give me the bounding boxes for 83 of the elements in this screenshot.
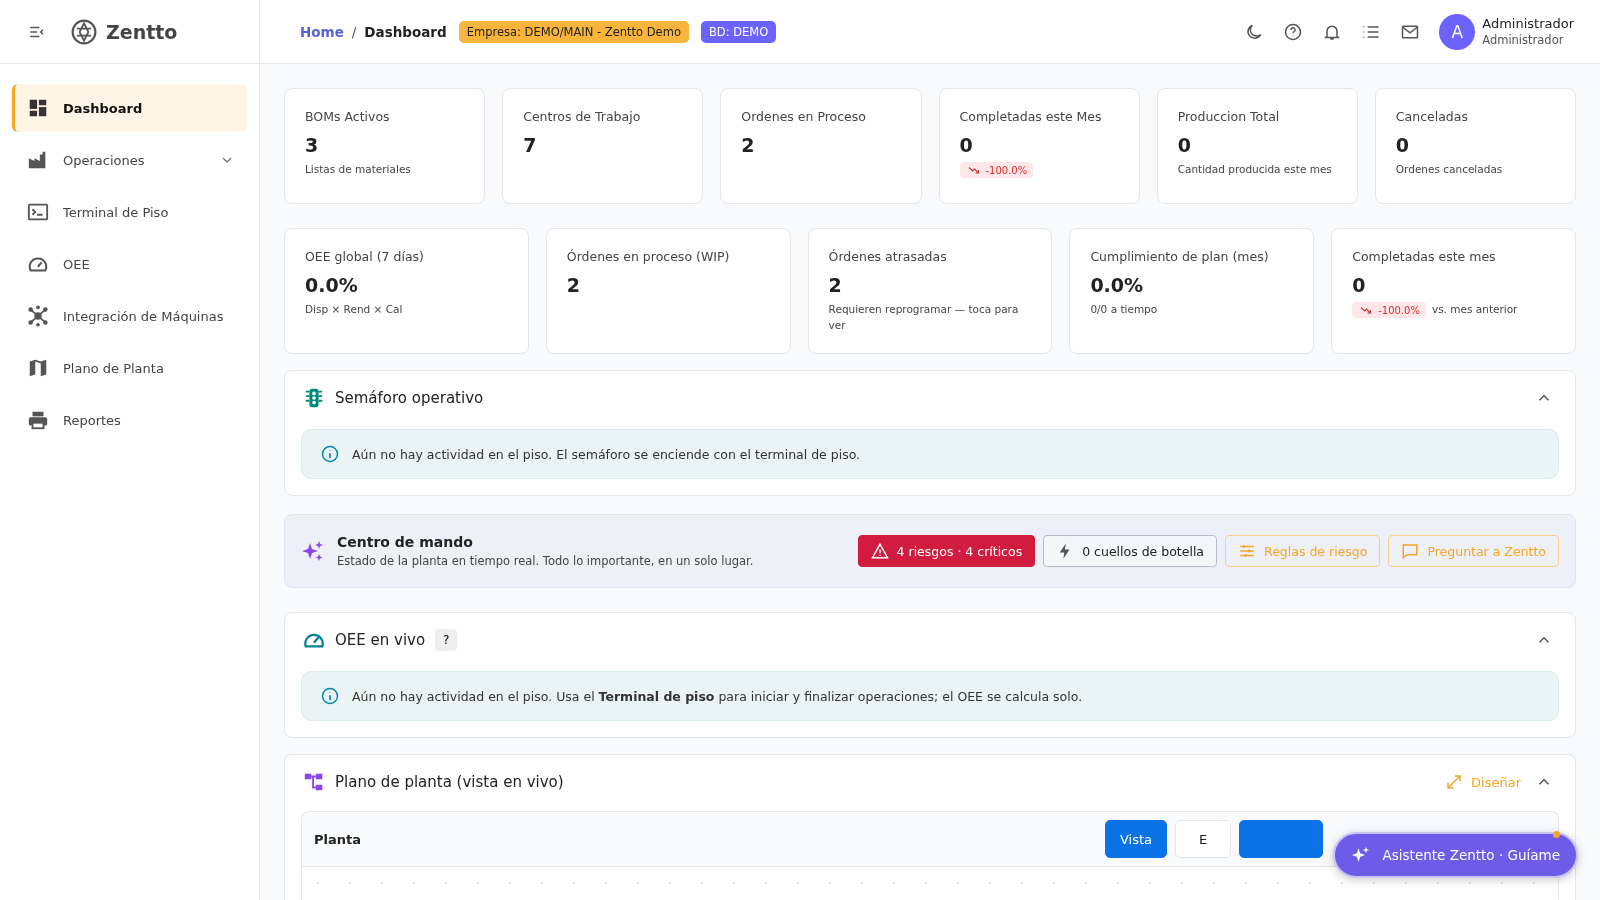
command-title: Centro de mando <box>337 534 474 550</box>
stat-caption: Ordenes canceladas <box>1395 162 1503 177</box>
sidebar-item[interactable]: OEE <box>12 240 247 288</box>
stat-label: Canceladas <box>1395 109 1468 124</box>
stat-label: Completadas este Mes <box>959 109 1102 124</box>
printer-icon <box>27 409 49 431</box>
kpi-card[interactable]: Completadas este mes 0 -100.0% vs. mes anterior <box>1331 228 1576 354</box>
chat-icon <box>1401 542 1420 560</box>
dashboard-icon <box>27 97 49 119</box>
info-text: Aún no hay actividad en el piso. El semáforo se enciende con el terminal de piso. <box>352 446 861 462</box>
map-icon <box>27 357 49 379</box>
mode-button[interactable]: E <box>1175 820 1231 858</box>
section-title: OEE en vivo <box>335 631 426 649</box>
sparkle-icon <box>1350 845 1371 865</box>
sidebar-item[interactable]: Reportes <box>12 396 247 444</box>
stat-caption: Listas de materiales <box>305 162 411 177</box>
mode-button[interactable]: Vista <box>1104 820 1167 858</box>
stat-value: 7 <box>523 134 537 156</box>
stat-caption: Cantidad producida este mes <box>1177 162 1332 177</box>
database-badge: BD: DEMO <box>700 20 777 43</box>
stat-value: 0 <box>1177 134 1191 156</box>
stat-value: 2 <box>741 134 755 156</box>
info-text: Aún no hay actividad en el piso. Usa el Terminal de piso para iniciar y finalizar operaciones; el OEE se calcula solo. <box>352 688 1083 704</box>
kpi-card[interactable]: Órdenes atrasadas 2 Requieren reprogramar — toca para ver <box>807 228 1053 354</box>
assistant-button[interactable]: Asistente Zentto · Guíame <box>1332 832 1578 878</box>
kpi-card[interactable]: Cumplimiento de plan (mes) 0.0% 0/0 a tiempo <box>1069 228 1315 354</box>
user-avatar[interactable]: A <box>1439 13 1476 50</box>
help-button[interactable]: ? <box>435 629 458 651</box>
risks-button[interactable]: 4 riesgos · 4 críticos <box>857 535 1036 567</box>
stat-value: 3 <box>305 134 319 156</box>
kpi-caption: Requieren reprogramar — toca para ver <box>828 302 1020 333</box>
breadcrumb-separator: / <box>351 23 357 40</box>
hub-icon <box>27 305 49 327</box>
breadcrumb-current: Dashboard <box>364 23 447 40</box>
kpi-caption: 0/0 a tiempo <box>1090 302 1158 317</box>
company-badge: Empresa: DEMO/MAIN - Zentto Demo <box>458 20 689 43</box>
user-name: Administrador <box>1482 16 1574 31</box>
traffic-light-icon <box>303 387 325 409</box>
panel-title: Planta <box>314 831 361 847</box>
stat-value: 0 <box>959 134 973 156</box>
expand-icon <box>1445 773 1464 791</box>
trend-badge: -100.0% <box>959 162 1034 178</box>
kpi-label: Órdenes atrasadas <box>828 249 947 264</box>
kpi-value: 2 <box>566 274 581 296</box>
kpi-label: Completadas este mes <box>1352 249 1496 264</box>
sidebar-item[interactable]: Operaciones <box>12 136 247 184</box>
kpi-label: OEE global (7 días) <box>305 249 424 264</box>
command-subtitle: Estado de la planta en tiempo real. Todo lo importante, en un solo lugar. <box>337 554 754 568</box>
stat-label: BOMs Activos <box>305 109 390 124</box>
section-title: Semáforo operativo <box>335 389 484 407</box>
sidebar-item[interactable]: Dashboard <box>12 84 247 132</box>
logo-icon <box>70 17 98 46</box>
breadcrumb-link[interactable]: Home <box>300 23 344 40</box>
kpi-label: Órdenes en proceso (WIP) <box>566 249 730 264</box>
terminal-icon <box>27 201 49 223</box>
stat-label: Produccion Total <box>1177 109 1280 124</box>
warning-icon <box>870 542 889 560</box>
stat-value: 0 <box>1395 134 1410 156</box>
sidebar-item[interactable]: Integración de Máquinas <box>12 292 247 340</box>
info-icon <box>320 686 340 706</box>
kpi-caption: vs. mes anterior <box>1431 302 1518 318</box>
kpi-value: 0.0% <box>305 274 358 296</box>
kpi-card[interactable]: OEE global (7 días) 0.0% Disp × Rend × Cal <box>284 228 529 354</box>
kpi-value: 0 <box>1352 274 1366 296</box>
kpi-card[interactable]: Órdenes en proceso (WIP) 2 <box>545 228 791 354</box>
kpi-value: 2 <box>828 274 842 296</box>
trend-badge: -100.0% <box>1352 302 1426 318</box>
kpi-label: Cumplimiento de plan (mes) <box>1090 249 1269 264</box>
sliders-icon <box>1238 542 1257 560</box>
sparkle-icon <box>301 539 325 563</box>
bottleneck-button[interactable]: 0 cuellos de botella <box>1043 535 1218 567</box>
sidebar-item[interactable]: Terminal de Piso <box>12 188 247 236</box>
section-title: Plano de planta (vista en vivo) <box>335 773 564 791</box>
stat-label: Centros de Trabajo <box>523 109 641 124</box>
kpi-caption: Disp × Rend × Cal <box>305 302 403 317</box>
info-icon <box>320 444 340 464</box>
sidebar-item[interactable]: Plano de Planta <box>12 344 247 392</box>
kpi-value: 0.0% <box>1090 274 1144 296</box>
brand-name: Zentto <box>106 20 178 43</box>
user-role: Administrador <box>1482 33 1565 47</box>
stat-label: Ordenes en Proceso <box>741 109 866 124</box>
layout-icon <box>303 771 325 793</box>
help-icon[interactable] <box>1283 21 1304 42</box>
